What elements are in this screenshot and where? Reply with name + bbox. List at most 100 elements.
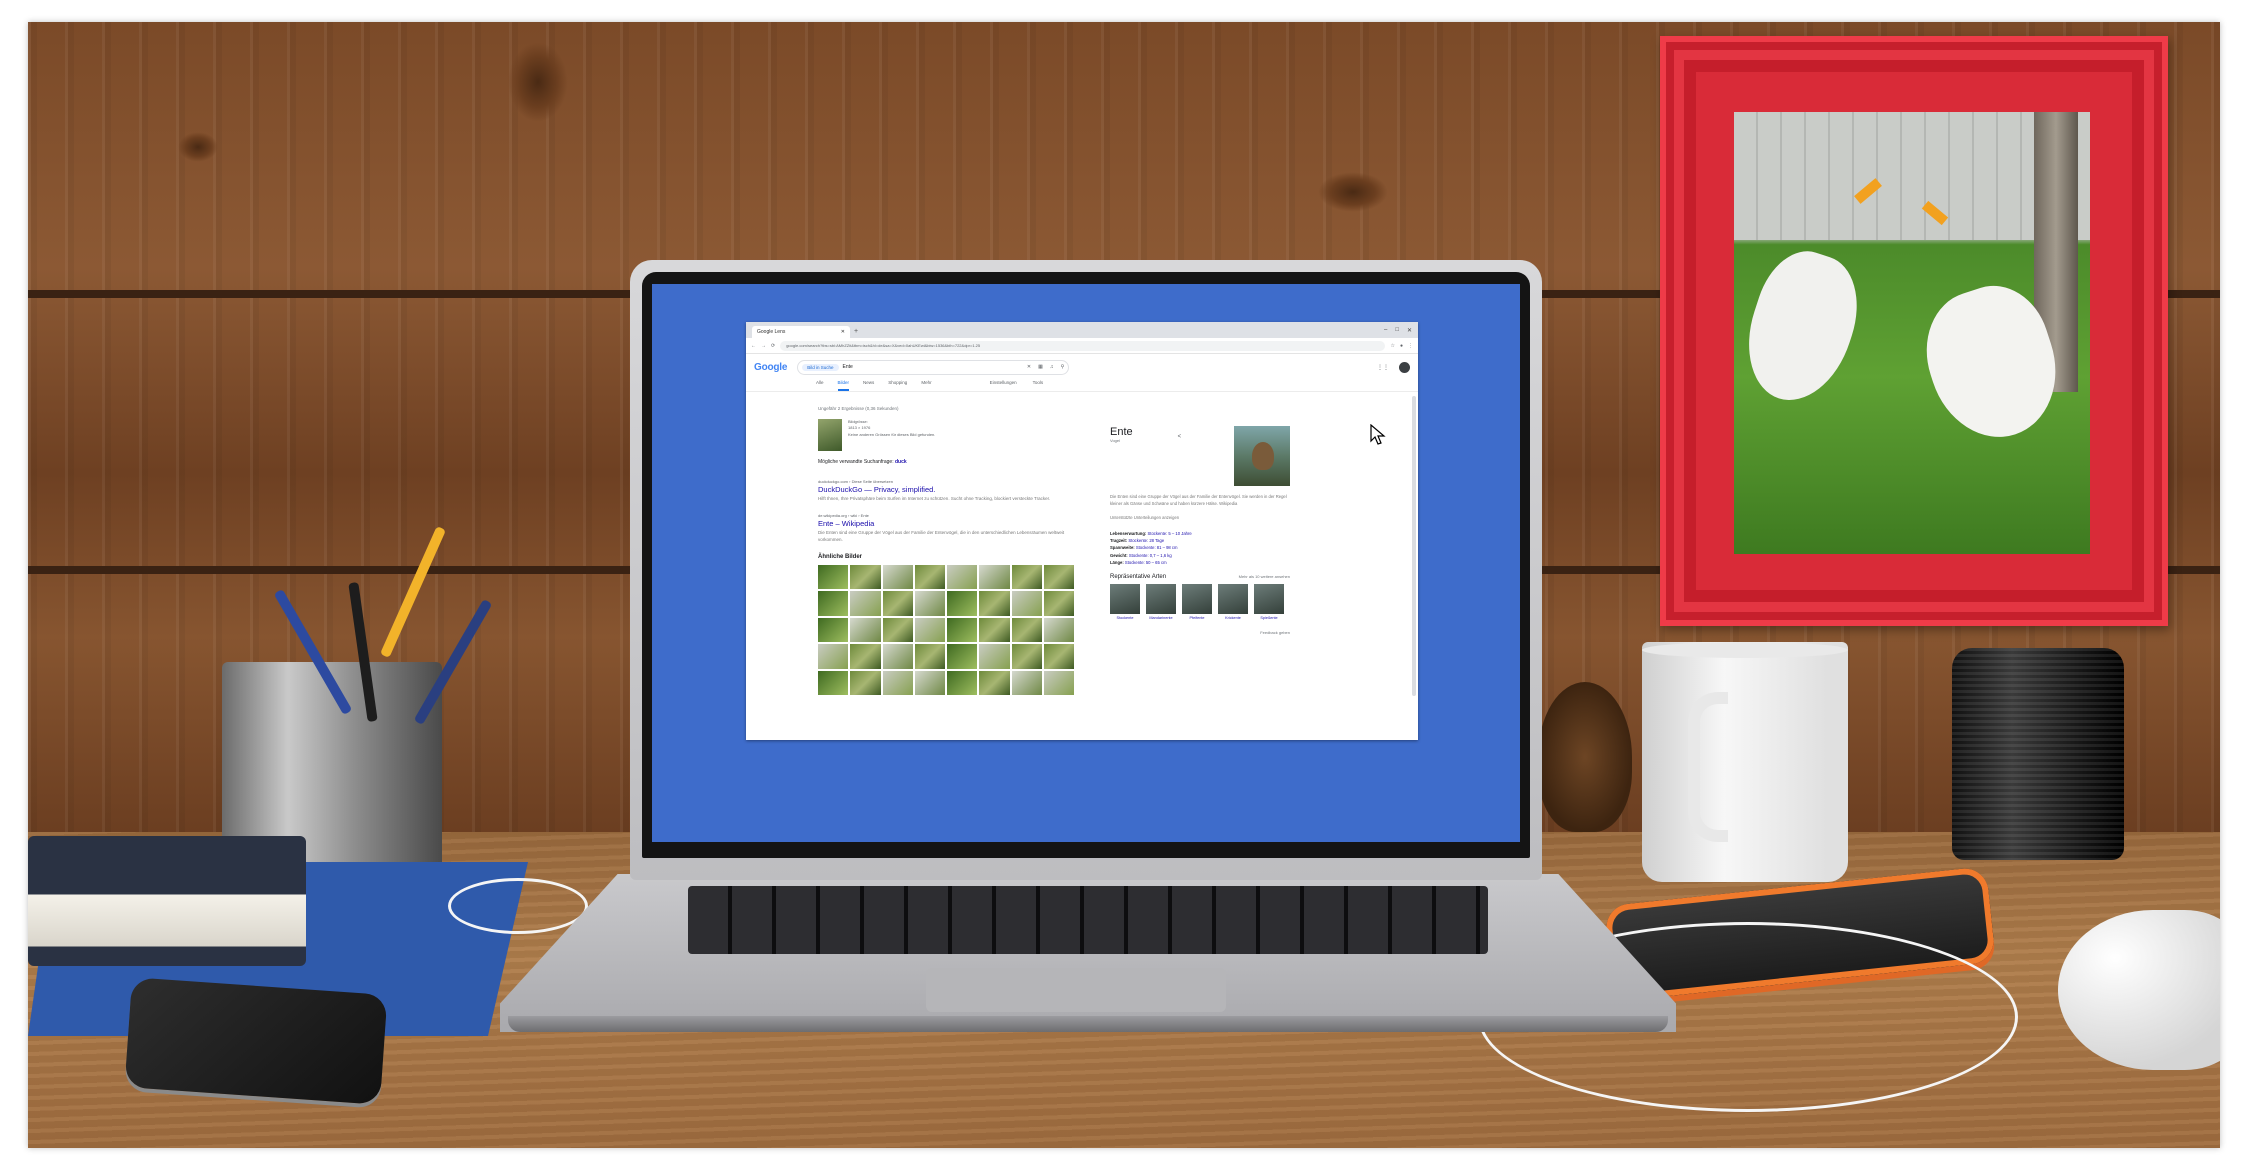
similar-image[interactable] xyxy=(1043,564,1074,590)
similar-image[interactable] xyxy=(818,670,849,695)
kp-related-item[interactable]: Pfeifente xyxy=(1182,583,1212,620)
similar-image[interactable] xyxy=(1011,617,1042,643)
result-item: duckduckgo.com › Diese Seite übersetzen … xyxy=(818,479,1080,503)
similar-image[interactable] xyxy=(818,644,849,669)
profile-icon[interactable]: ● xyxy=(1400,343,1403,349)
search-tabs: Alle Bilder News Shopping Mehr Einstellu… xyxy=(746,380,1418,392)
clear-icon[interactable]: ✕ xyxy=(1027,364,1031,370)
similar-image[interactable] xyxy=(850,670,881,695)
kp-more-link[interactable]: Unterstützte Unterteilungen anzeigen xyxy=(1110,515,1290,522)
search-icon[interactable]: ⚲ xyxy=(1061,364,1065,370)
kp-related-more[interactable]: Mehr als 10 weitere ansehen xyxy=(1239,574,1290,580)
similar-image[interactable] xyxy=(882,670,913,695)
similar-image[interactable] xyxy=(979,564,1010,590)
avatar[interactable] xyxy=(1399,361,1410,373)
close-button[interactable]: ✕ xyxy=(1407,327,1412,334)
query-thumbnail[interactable] xyxy=(818,419,842,451)
result-snippet: Die Enten sind eine Gruppe der Vögel aus… xyxy=(818,529,1065,542)
similar-image[interactable] xyxy=(850,591,881,616)
tab-all[interactable]: Alle xyxy=(816,380,824,391)
google-header: Google Bild in Suche Ente ✕ ▦ ♫ ⚲ ⋮⋮ xyxy=(746,354,1418,380)
forward-icon[interactable]: → xyxy=(761,343,766,349)
similar-image[interactable] xyxy=(914,670,945,695)
similar-image[interactable] xyxy=(914,617,945,643)
search-box[interactable]: Bild in Suche Ente ✕ ▦ ♫ ⚲ xyxy=(797,359,1070,375)
similar-image[interactable] xyxy=(1043,670,1074,695)
result-title-link[interactable]: DuckDuckGo — Privacy, simplified. xyxy=(818,485,1080,494)
notebook xyxy=(28,836,306,966)
similar-image[interactable] xyxy=(914,591,945,616)
similar-image[interactable] xyxy=(979,644,1010,669)
kp-duck-photo[interactable] xyxy=(1234,426,1290,486)
kp-related-list: Stockente Mandarinente Pfeifente Kricken… xyxy=(1110,583,1290,620)
similar-image[interactable] xyxy=(882,591,913,616)
image-chip[interactable]: Bild in Suche xyxy=(802,363,839,371)
result-title-link[interactable]: Ente – Wikipedia xyxy=(818,519,1080,528)
reload-icon[interactable]: ⟳ xyxy=(771,343,775,349)
similar-image[interactable] xyxy=(1011,670,1042,695)
possible-search-link[interactable]: duck xyxy=(895,459,907,465)
similar-image[interactable] xyxy=(947,644,978,669)
similar-image[interactable] xyxy=(850,617,881,643)
kp-description: Die Enten sind eine Gruppe der Vögel aus… xyxy=(1110,494,1287,506)
mic-icon[interactable]: ♫ xyxy=(1050,364,1054,370)
similar-image[interactable] xyxy=(1043,644,1074,669)
similar-image[interactable] xyxy=(850,564,881,590)
tab-more[interactable]: Mehr xyxy=(921,380,931,391)
similar-image[interactable] xyxy=(850,644,881,669)
maximize-button[interactable]: □ xyxy=(1395,327,1399,334)
similar-image[interactable] xyxy=(979,670,1010,695)
back-icon[interactable]: ← xyxy=(751,343,756,349)
similar-image[interactable] xyxy=(1043,617,1074,643)
tab-images[interactable]: Bilder xyxy=(837,380,850,391)
similar-image[interactable] xyxy=(882,617,913,643)
tab-news[interactable]: News xyxy=(863,380,874,391)
apps-icon[interactable]: ⋮⋮ xyxy=(1377,364,1389,371)
menu-icon[interactable]: ⋮ xyxy=(1408,343,1413,349)
close-tab-icon[interactable]: ✕ xyxy=(841,329,845,335)
similar-image[interactable] xyxy=(947,591,978,616)
search-query[interactable]: Ente xyxy=(843,364,853,370)
similar-image[interactable] xyxy=(979,591,1010,616)
similar-image[interactable] xyxy=(947,670,978,695)
kp-related-item[interactable]: Stockente xyxy=(1110,583,1140,620)
browser-tab[interactable]: Google Lens ✕ xyxy=(752,326,850,338)
tools-link[interactable]: Tools xyxy=(1033,380,1044,391)
similar-image[interactable] xyxy=(947,617,978,643)
new-tab-button[interactable]: + xyxy=(850,328,862,338)
similar-image[interactable] xyxy=(979,617,1010,643)
tab-shopping[interactable]: Shopping xyxy=(888,380,907,391)
similar-image[interactable] xyxy=(1011,591,1042,616)
similar-image[interactable] xyxy=(882,644,913,669)
minimize-button[interactable]: – xyxy=(1384,327,1387,334)
camera-lens xyxy=(1952,648,2124,860)
kp-related-item[interactable]: Mandarinente xyxy=(1146,583,1176,620)
kp-related-item[interactable]: Krickente xyxy=(1218,583,1248,620)
laptop-front-edge xyxy=(508,1016,1668,1032)
similar-image[interactable] xyxy=(818,564,849,590)
share-icon[interactable]: < xyxy=(1178,434,1182,440)
result-site: duckduckgo.com › Diese Seite übersetzen xyxy=(818,479,893,484)
result-site: de.wikipedia.org › wiki › Ente xyxy=(818,512,869,518)
similar-image[interactable] xyxy=(914,564,945,590)
similar-image[interactable] xyxy=(947,564,978,590)
similar-image[interactable] xyxy=(1043,591,1074,616)
keyboard-icon[interactable]: ▦ xyxy=(1038,364,1043,370)
window-controls: – □ ✕ xyxy=(1378,327,1418,338)
similar-images-heading[interactable]: Ähnliche Bilder xyxy=(818,554,1080,560)
google-logo[interactable]: Google xyxy=(754,362,787,373)
similar-image[interactable] xyxy=(882,564,913,590)
scrollbar[interactable] xyxy=(1412,396,1416,696)
similar-image[interactable] xyxy=(914,644,945,669)
kp-related-item[interactable]: Spießente xyxy=(1254,583,1284,620)
star-icon[interactable]: ☆ xyxy=(1390,343,1394,349)
url-field[interactable]: google.com/search?tbs=sbi:AMhZZit&tbm=is… xyxy=(780,340,1386,351)
similar-image[interactable] xyxy=(1011,564,1042,590)
similar-image[interactable] xyxy=(1011,644,1042,669)
feedback-link[interactable]: Feedback geben xyxy=(1110,630,1290,635)
similar-image[interactable] xyxy=(818,617,849,643)
settings-link[interactable]: Einstellungen xyxy=(990,380,1017,391)
similar-image[interactable] xyxy=(818,591,849,616)
similar-images-grid xyxy=(818,564,1074,695)
kp-fact: Länge: Stockente: 50 – 65 cm xyxy=(1110,559,1167,565)
